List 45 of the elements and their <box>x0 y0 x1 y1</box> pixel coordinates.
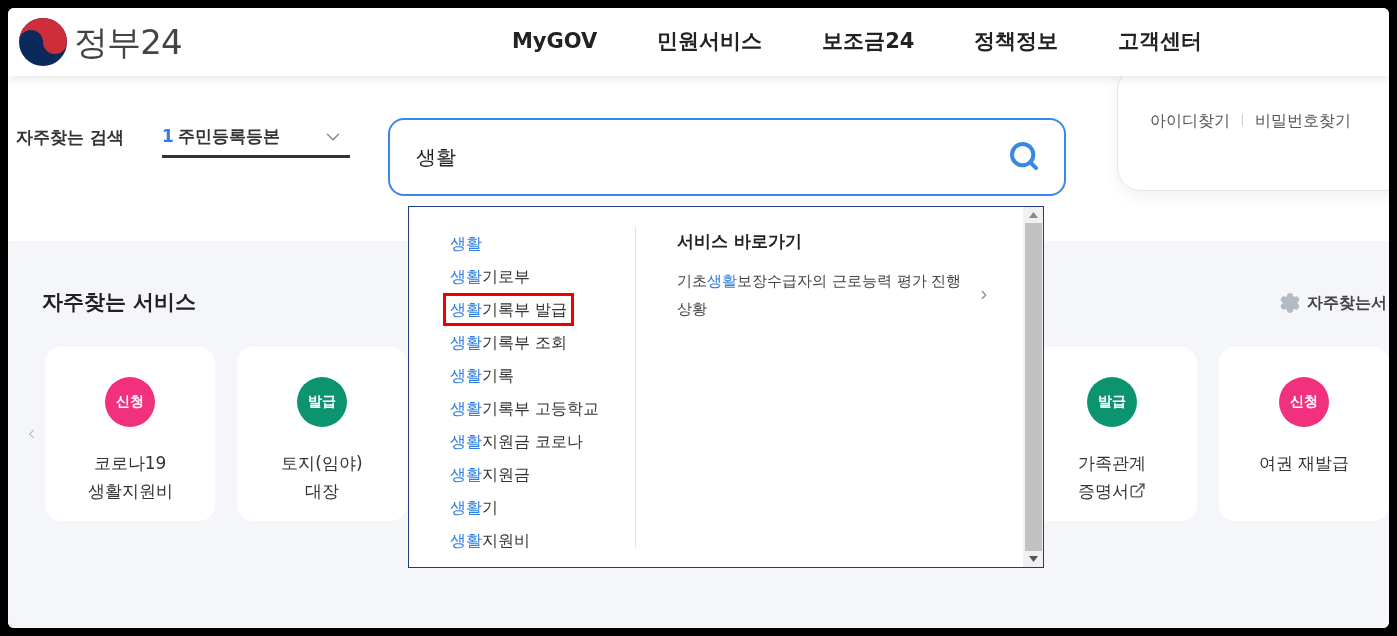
service-name: 가족관계 <box>1078 451 1146 475</box>
badge: 발급 <box>297 376 347 427</box>
suggestion-item[interactable]: 생활기 <box>443 491 505 524</box>
service-name: 코로나19 <box>93 451 167 475</box>
shortcut-item[interactable]: 기초생활보장수급자의 근로능력 평가 진행상황 <box>677 266 1013 323</box>
suggestion-item[interactable]: 생활기록부 조회 <box>443 326 575 359</box>
search-field[interactable]: 생활 <box>387 118 1066 196</box>
service-name: 대장 <box>305 479 339 503</box>
settings-icon[interactable] <box>1279 291 1301 314</box>
settings-label[interactable]: 자주찾는서 <box>1307 290 1387 315</box>
service-name: 생활지원비 <box>87 479 173 503</box>
nav-link[interactable]: 정책정보 <box>974 26 1059 58</box>
scroll-down-icon[interactable] <box>1028 556 1038 562</box>
suggestion-item[interactable]: 생활기록 <box>443 359 521 392</box>
service-name: 여권 재발급 <box>1258 451 1350 475</box>
service-card[interactable]: 발급 토지(임야) 대장 <box>237 346 407 521</box>
badge: 신청 <box>105 376 155 427</box>
frequent-search-select[interactable]: 1 주민등록등본 <box>161 118 350 158</box>
nav-link[interactable]: 보조금24 <box>822 26 915 58</box>
nav-link[interactable]: 민원서비스 <box>657 26 763 58</box>
scroll-up-icon[interactable] <box>1028 212 1038 218</box>
login-link[interactable]: 비밀번호찾기 <box>1255 109 1351 133</box>
badge: 신청 <box>1279 376 1329 427</box>
service-card[interactable]: 신청 여권 재발급 <box>1219 346 1389 521</box>
suggestion-item[interactable]: 생활기록부 고등학교 <box>443 392 607 425</box>
logo-icon <box>18 17 68 67</box>
logo-text: 정부24 <box>74 20 182 64</box>
suggestion-item[interactable]: 생활지원금 <box>443 458 537 491</box>
badge: 발급 <box>1087 376 1137 427</box>
service-card[interactable]: 신청 코로나19 생활지원비 <box>45 346 215 521</box>
scrollbar[interactable] <box>1023 207 1043 567</box>
login-link[interactable]: 아이디찾기 <box>1150 109 1230 133</box>
service-name: 토지(임야) <box>281 451 363 475</box>
suggestion-item[interactable]: 생활기록부 발급 <box>443 293 575 326</box>
suggestion-item[interactable]: 생활지원금 코로나 <box>443 425 591 458</box>
nav-link[interactable]: 고객센터 <box>1118 26 1203 58</box>
suggestion-item[interactable]: 생활기로부 <box>443 260 537 293</box>
nav-link[interactable]: MyGOV <box>511 26 598 58</box>
frequent-search-label: 자주찾는 검색 <box>16 126 124 150</box>
suggestion-item[interactable]: 생활지원비 <box>443 524 537 557</box>
service-name: 증명서 <box>1078 479 1129 503</box>
search-icon[interactable] <box>1007 140 1040 172</box>
section-title: 자주찾는 서비스 <box>42 289 197 316</box>
suggestion-item[interactable]: 생활 <box>443 227 489 260</box>
shortcuts-title: 서비스 바로가기 <box>677 230 803 253</box>
